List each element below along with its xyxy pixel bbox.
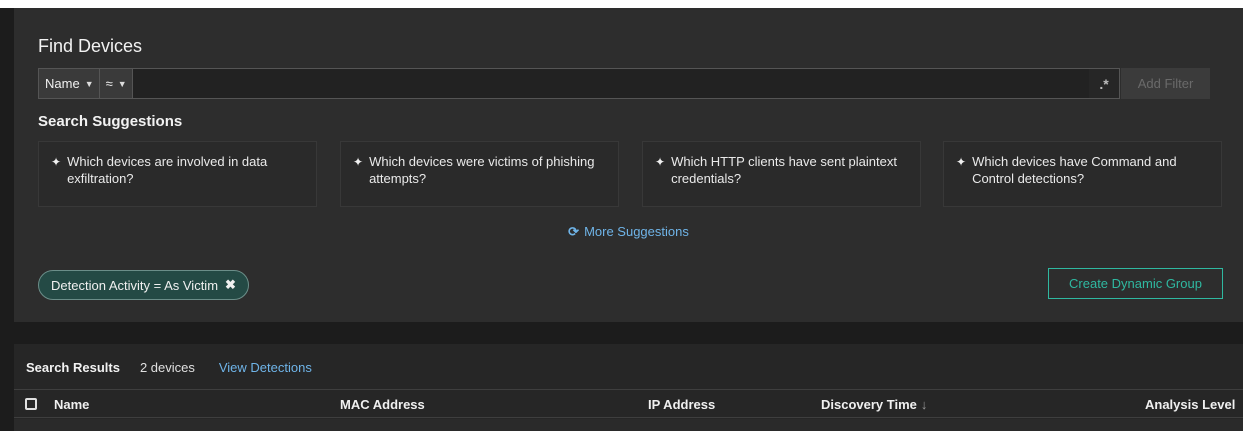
filter-row: Name ▼ ≈ ▼ .* Add Filter — [38, 68, 1210, 99]
operator-dropdown[interactable]: ≈ ▼ — [99, 69, 133, 98]
active-filter-chip[interactable]: Detection Activity = As Victim ✖ — [38, 270, 249, 300]
column-header-discovery-time[interactable]: Discovery Time ↓ — [821, 397, 927, 412]
find-devices-panel: Find Devices Name ▼ ≈ ▼ .* Add Filter Se… — [14, 8, 1243, 322]
suggestion-label: Which HTTP clients have sent plaintext c… — [671, 154, 897, 186]
filter-input-group: Name ▼ ≈ ▼ .* — [38, 68, 1121, 99]
sparkle-icon: ✦ — [655, 155, 666, 169]
caret-down-icon: ▼ — [117, 78, 127, 89]
caret-down-icon: ▼ — [84, 78, 94, 89]
sort-down-icon: ↓ — [920, 397, 928, 412]
regex-icon[interactable]: .* — [1089, 76, 1119, 92]
sparkle-icon: ✦ — [353, 155, 364, 169]
refresh-icon: ⟳ — [568, 224, 580, 239]
discovery-time-label: Discovery Time — [821, 397, 917, 412]
operator-dropdown-value: ≈ — [105, 76, 113, 91]
suggestion-card[interactable]: ✦ Which devices have Command and Control… — [943, 141, 1222, 207]
suggestion-label: Which devices are involved in data exfil… — [67, 154, 268, 186]
results-header: Search Results 2 devices View Detections — [26, 360, 312, 375]
active-filter-label: Detection Activity = As Victim — [51, 277, 219, 293]
more-suggestions-label: More Suggestions — [584, 224, 689, 239]
remove-filter-icon[interactable]: ✖ — [225, 277, 236, 293]
suggestions-title: Search Suggestions — [38, 113, 183, 130]
add-filter-button[interactable]: Add Filter — [1121, 68, 1210, 99]
column-header-name[interactable]: Name — [54, 397, 89, 412]
table-header: Name MAC Address IP Address Discovery Ti… — [14, 389, 1243, 418]
suggestion-card[interactable]: ✦ Which devices are involved in data exf… — [38, 141, 317, 207]
column-header-ip-address[interactable]: IP Address — [648, 397, 715, 412]
column-header-mac-address[interactable]: MAC Address — [340, 397, 425, 412]
search-results-panel: Search Results 2 devices View Detections… — [14, 344, 1243, 431]
top-strip — [0, 0, 1243, 8]
suggestion-card[interactable]: ✦ Which HTTP clients have sent plaintext… — [642, 141, 921, 207]
sparkle-icon: ✦ — [51, 155, 62, 169]
search-input[interactable] — [132, 69, 1090, 98]
create-dynamic-group-button[interactable]: Create Dynamic Group — [1048, 268, 1223, 299]
sparkle-icon: ✦ — [956, 155, 967, 169]
select-all-checkbox[interactable] — [25, 398, 37, 410]
field-dropdown[interactable]: Name ▼ — [39, 69, 100, 98]
page-title: Find Devices — [38, 36, 143, 56]
more-suggestions-link[interactable]: ⟳ More Suggestions — [14, 224, 1243, 240]
suggestion-label: Which devices have Command and Control d… — [972, 154, 1177, 186]
suggestion-label: Which devices were victims of phishing a… — [369, 154, 595, 186]
table-row[interactable] — [14, 419, 1243, 431]
field-dropdown-value: Name — [45, 76, 80, 91]
suggestion-card[interactable]: ✦ Which devices were victims of phishing… — [340, 141, 619, 207]
column-header-analysis-level[interactable]: Analysis Level — [1145, 397, 1235, 412]
results-count: 2 devices — [139, 360, 195, 375]
results-label: Search Results — [26, 360, 120, 375]
view-detections-link[interactable]: View Detections — [219, 360, 312, 375]
